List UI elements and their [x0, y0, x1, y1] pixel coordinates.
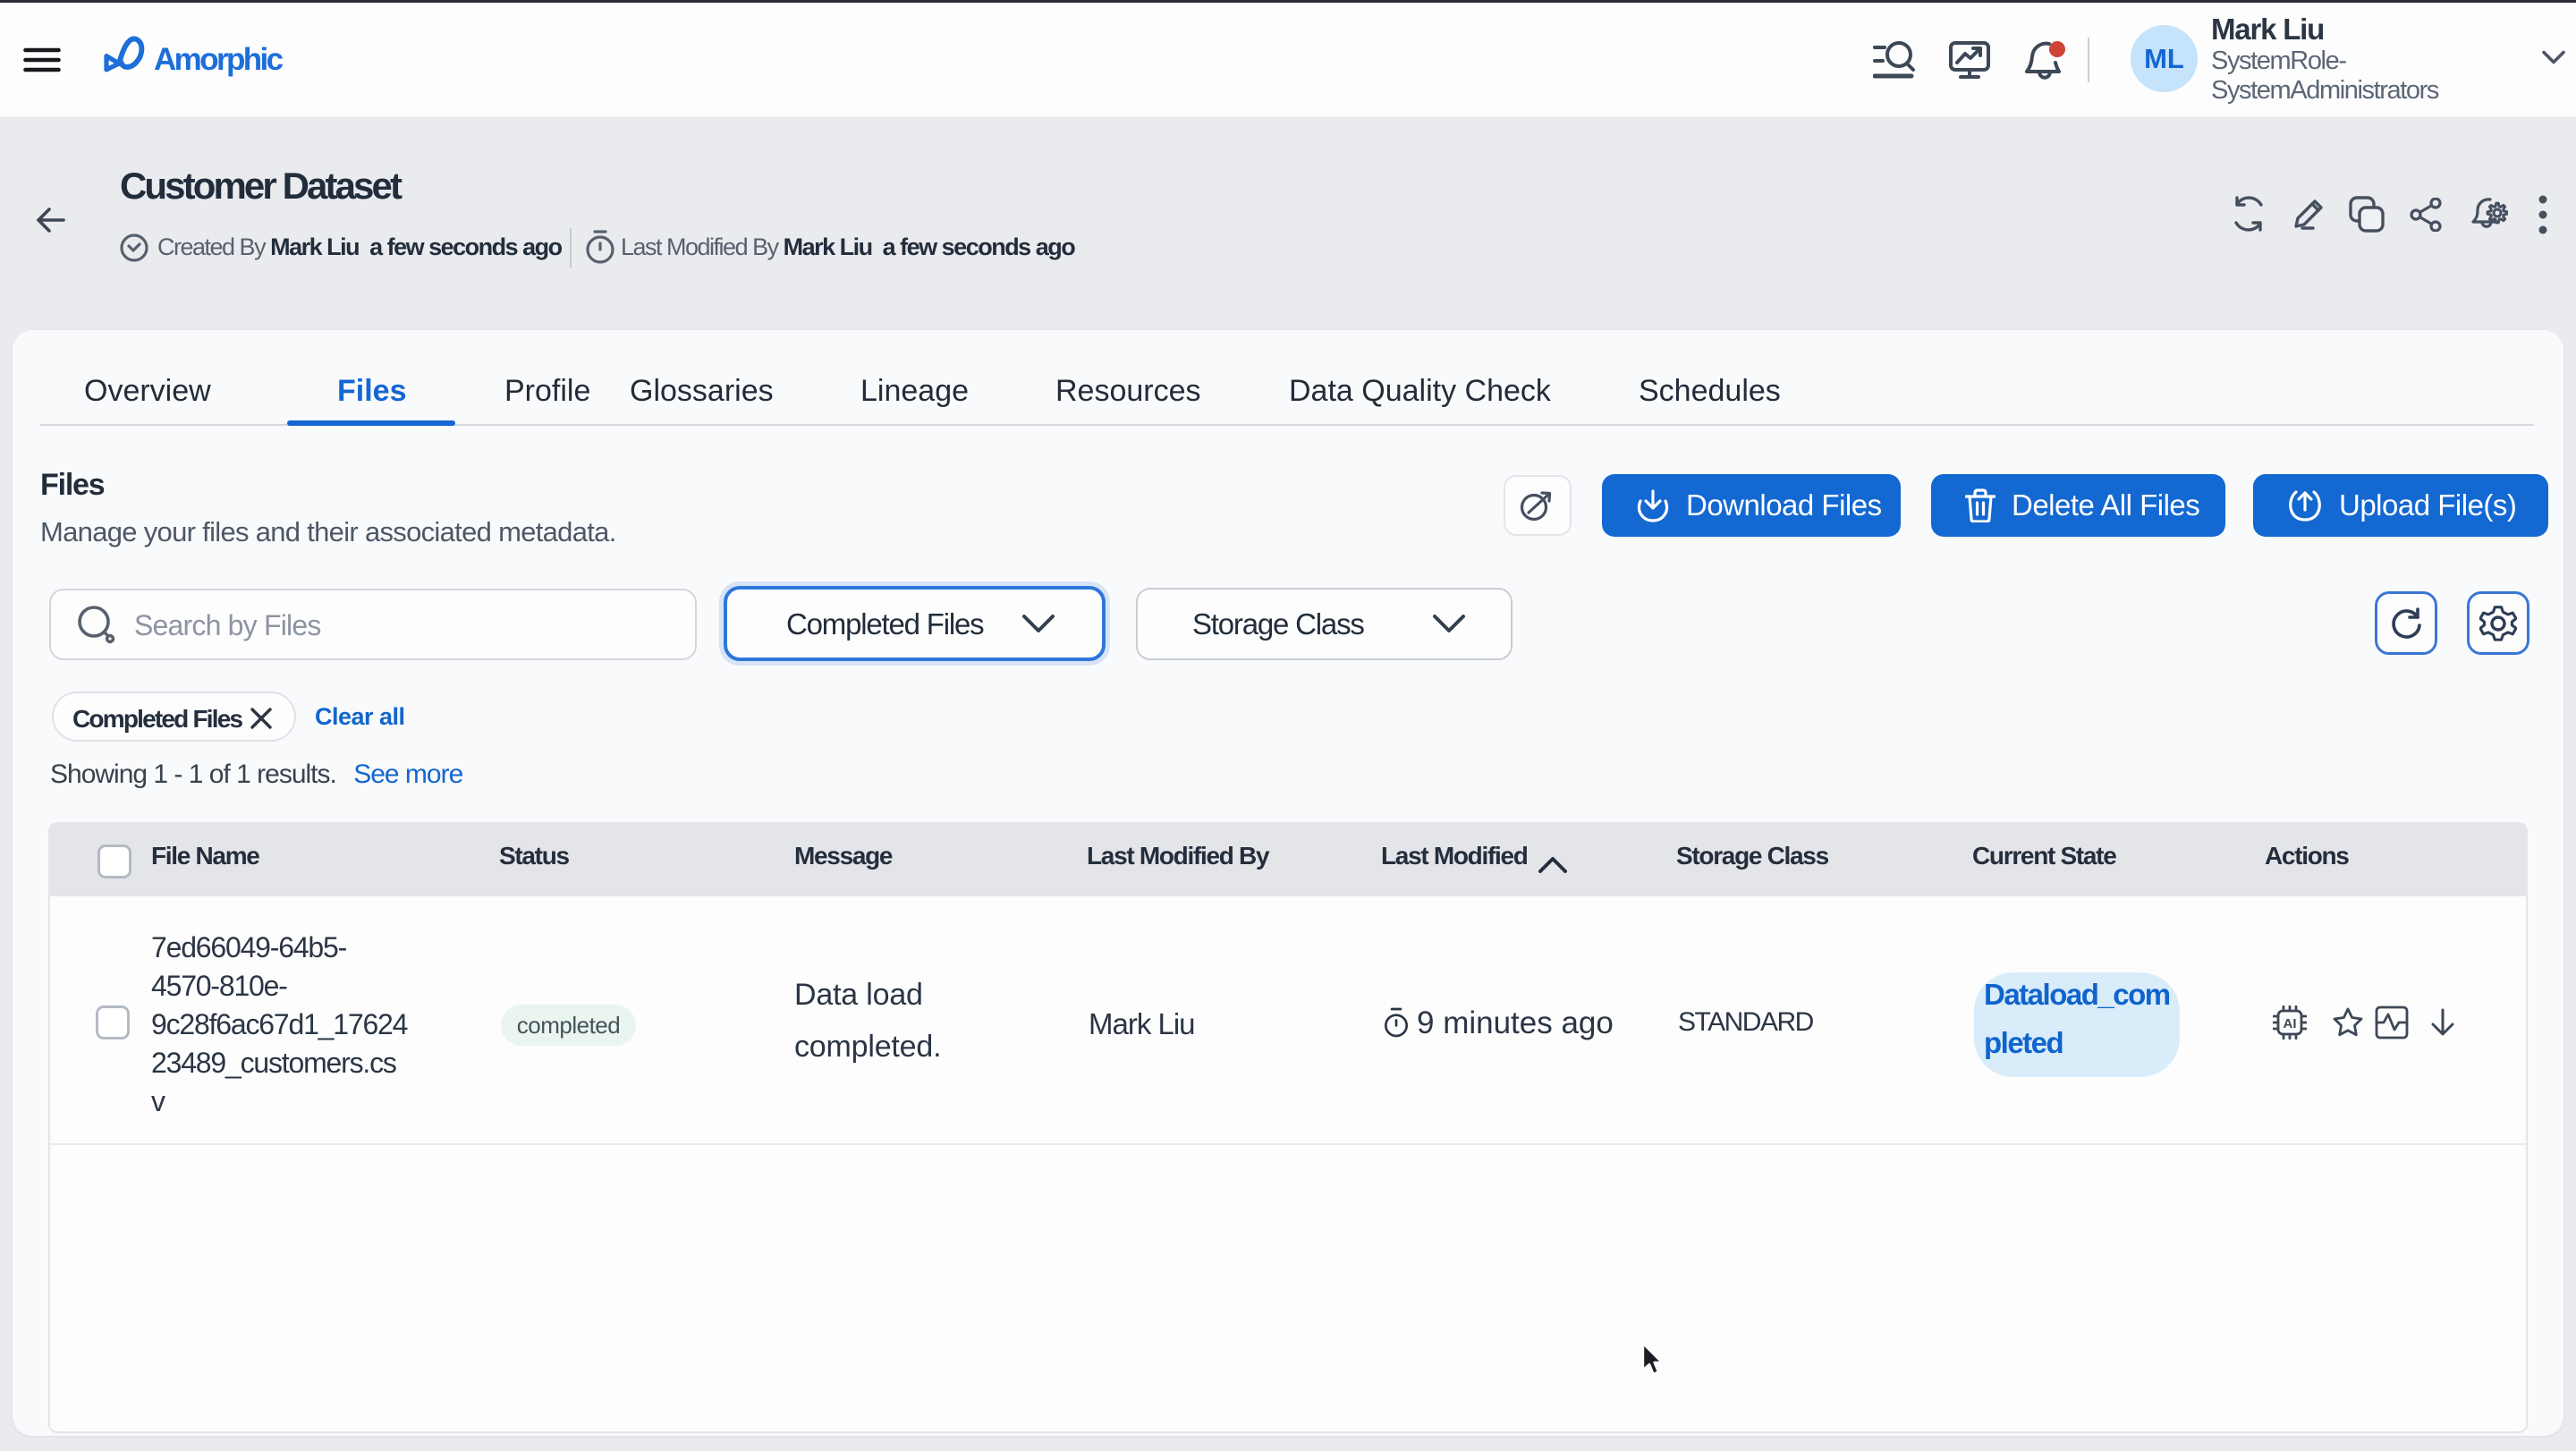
svg-text:AI: AI: [2284, 1016, 2297, 1031]
